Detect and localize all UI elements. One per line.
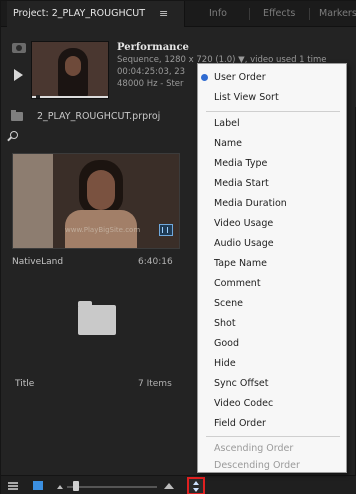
- search-row[interactable]: [1, 129, 191, 145]
- clip-wall: [13, 154, 53, 248]
- menu-item-name[interactable]: Name: [198, 134, 346, 154]
- clip-info-line: 48000 Hz - Ster: [117, 79, 184, 89]
- project-path-row: 2_PLAY_ROUGHCUT.prproj: [1, 107, 191, 127]
- tab-project-label: Project: 2_PLAY_ROUGHCUT: [13, 8, 145, 19]
- clip-thumbnail[interactable]: www.PlayBigSite.com: [12, 153, 180, 249]
- project-folder-icon: [11, 110, 23, 121]
- scrub-knob[interactable]: [36, 95, 40, 98]
- zoom-slider-thumb[interactable]: [73, 481, 79, 491]
- clip-face: [87, 170, 115, 210]
- tab-divider: [309, 8, 310, 20]
- menu-item-scene[interactable]: Scene: [198, 294, 346, 314]
- bin-name[interactable]: Title: [15, 379, 34, 389]
- menu-item-media-start[interactable]: Media Start: [198, 174, 346, 194]
- check-icon: [201, 74, 208, 81]
- menu-item-video-usage[interactable]: Video Usage: [198, 214, 346, 234]
- tab-markers[interactable]: Markers: [319, 1, 356, 27]
- menu-item-comment[interactable]: Comment: [198, 274, 346, 294]
- list-view-icon[interactable]: [8, 482, 18, 490]
- menu-item-tape-name[interactable]: Tape Name: [198, 254, 346, 274]
- menu-item-sync-offset[interactable]: Sync Offset: [198, 374, 346, 394]
- tab-info[interactable]: Info: [209, 1, 227, 27]
- menu-item-good[interactable]: Good: [198, 334, 346, 354]
- clip-name[interactable]: NativeLand: [12, 257, 63, 267]
- menu-separator: [206, 436, 340, 437]
- bin-folder-icon[interactable]: [78, 301, 116, 335]
- panel-tab-bar: Project: 2_PLAY_ROUGHCUT ≡ Info Effects …: [1, 1, 356, 27]
- panel-menu-icon[interactable]: ≡: [159, 1, 168, 27]
- menu-item-audio-usage[interactable]: Audio Usage: [198, 234, 346, 254]
- camera-icon[interactable]: [12, 43, 26, 53]
- menu-item-media-type[interactable]: Media Type: [198, 154, 346, 174]
- menu-item-label[interactable]: Label: [198, 114, 346, 134]
- bin-item-count: 7 Items: [138, 379, 172, 389]
- search-icon[interactable]: [10, 131, 18, 139]
- clip-title: Performance: [117, 42, 189, 53]
- project-panel: Project: 2_PLAY_ROUGHCUT ≡ Info Effects …: [0, 0, 356, 494]
- menu-item-descending-order[interactable]: Descending Order: [198, 456, 346, 476]
- clip-info-line: 00:04:25:03, 23: [117, 67, 186, 77]
- sort-icon: [193, 481, 199, 492]
- menu-item-hide[interactable]: Hide: [198, 354, 346, 374]
- play-icon[interactable]: [14, 69, 23, 81]
- icon-view-icon[interactable]: [33, 481, 43, 490]
- project-file-name: 2_PLAY_ROUGHCUT.prproj: [37, 111, 161, 122]
- menu-item-user-order[interactable]: User Order: [198, 68, 346, 88]
- zoom-in-icon[interactable]: [164, 483, 174, 489]
- tab-project[interactable]: Project: 2_PLAY_ROUGHCUT ≡: [7, 1, 185, 27]
- zoom-slider[interactable]: [67, 486, 157, 488]
- menu-item-field-order[interactable]: Field Order: [198, 414, 346, 434]
- sort-icons-button[interactable]: [187, 477, 205, 494]
- film-badge-icon: [159, 224, 173, 236]
- thumbnail-scrub-bar[interactable]: [32, 95, 108, 98]
- menu-item-list-view-sort[interactable]: List View Sort: [198, 88, 346, 108]
- tab-divider: [249, 8, 250, 20]
- menu-item-label: User Order: [214, 72, 266, 83]
- menu-item-media-duration[interactable]: Media Duration: [198, 194, 346, 214]
- tab-effects[interactable]: Effects: [263, 1, 295, 27]
- preview-thumbnail[interactable]: [31, 41, 109, 99]
- thumbnail-controls: [9, 41, 31, 99]
- clip-duration: 6:40:16: [138, 257, 173, 267]
- menu-item-shot[interactable]: Shot: [198, 314, 346, 334]
- bottom-toolbar: [1, 475, 356, 494]
- menu-item-video-codec[interactable]: Video Codec: [198, 394, 346, 414]
- zoom-out-icon[interactable]: [57, 485, 63, 489]
- sort-menu: User Order List View Sort Label Name Med…: [197, 63, 347, 473]
- clip-watermark: www.PlayBigSite.com: [65, 226, 141, 234]
- thumbnail-face: [65, 56, 81, 76]
- menu-separator: [206, 111, 340, 112]
